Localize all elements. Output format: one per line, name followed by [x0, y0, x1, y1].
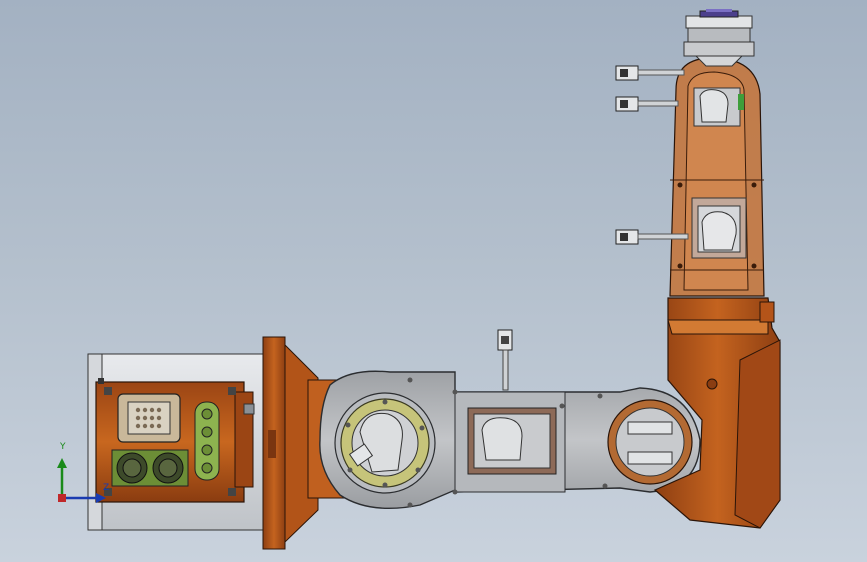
x-axis-marker — [58, 494, 66, 502]
cable-connector-top — [497, 329, 513, 391]
round-connectors — [111, 449, 189, 487]
coordinate-triad: Y Z — [50, 440, 120, 510]
green-connector-strip — [194, 401, 220, 481]
cad-viewport[interactable]: Y Z — [0, 0, 867, 562]
connector-panel — [117, 393, 181, 443]
robot-model[interactable] — [0, 0, 867, 562]
lower-arm[interactable] — [319, 370, 701, 509]
upper-arm[interactable] — [669, 57, 765, 297]
y-axis-label: Y — [60, 442, 66, 452]
tool-flange[interactable] — [683, 9, 755, 67]
cable-plug-2 — [615, 96, 679, 112]
z-axis-label: Z — [103, 483, 110, 493]
cable-plug-1 — [615, 65, 685, 81]
